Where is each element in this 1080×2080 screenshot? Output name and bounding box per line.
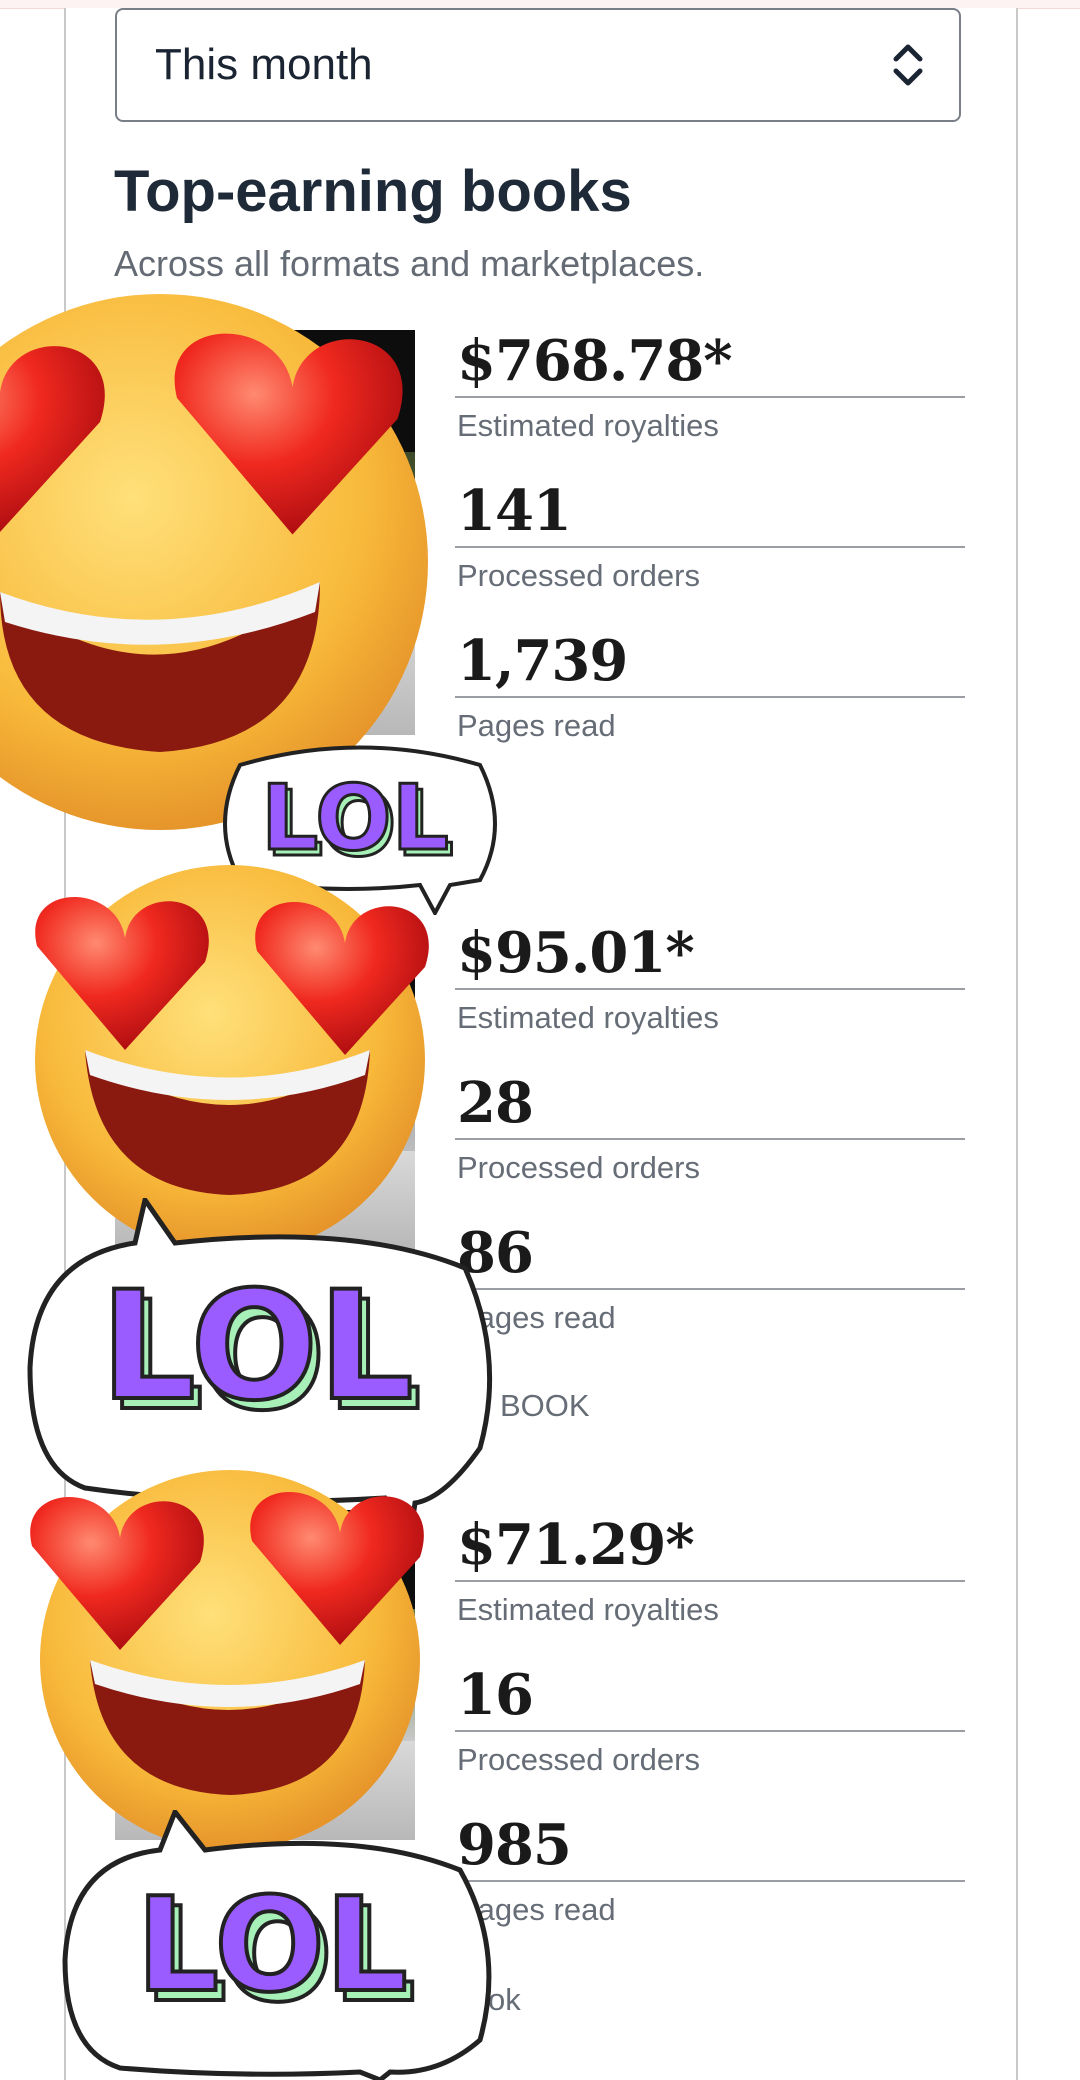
pages-metric: 1,739 Pages read: [455, 628, 965, 778]
divider: [455, 1880, 965, 1882]
royalties-value: $768.78*: [457, 328, 733, 394]
divider: [455, 696, 965, 698]
pages-metric: 86 Pages read: [455, 1220, 965, 1370]
divider: [455, 546, 965, 548]
date-range-value: This month: [155, 40, 373, 89]
orders-value: 16: [457, 1662, 534, 1728]
orders-metric: 141 Processed orders: [455, 478, 965, 628]
royalties-value: $95.01*: [457, 920, 695, 986]
orders-label: Processed orders: [457, 558, 700, 593]
lol-text: LOL: [261, 766, 449, 871]
royalties-label: Estimated royalties: [457, 1000, 719, 1035]
date-range-select[interactable]: This month: [115, 8, 961, 122]
lol-text: LOL: [136, 1869, 408, 2021]
divider: [455, 396, 965, 398]
book-2-format-label: BOOK: [500, 1388, 590, 1423]
royalties-label: Estimated royalties: [457, 408, 719, 443]
pages-value: 1,739: [457, 628, 628, 694]
up-down-chevron-icon: [893, 44, 923, 86]
royalties-metric: $768.78* Estimated royalties: [455, 328, 965, 478]
orders-label: Processed orders: [457, 1150, 700, 1185]
orders-value: 28: [457, 1070, 534, 1136]
book-2-metrics: $95.01* Estimated royalties 28 Processed…: [455, 920, 965, 1370]
royalties-metric: $71.29* Estimated royalties: [455, 1512, 965, 1662]
divider: [455, 1580, 965, 1582]
pages-metric: 985 Pages read: [455, 1812, 965, 1962]
royalties-metric: $95.01* Estimated royalties: [455, 920, 965, 1070]
orders-metric: 16 Processed orders: [455, 1662, 965, 1812]
heart-eyes-face-icon: [30, 1470, 424, 1850]
divider: [455, 1288, 965, 1290]
book-1-metrics: $768.78* Estimated royalties 141 Process…: [455, 328, 965, 778]
book-3-metrics: $71.29* Estimated royalties 16 Processed…: [455, 1512, 965, 1962]
divider: [455, 1138, 965, 1140]
lol-text: LOL: [100, 1260, 413, 1434]
section-title: Top-earning books: [114, 159, 632, 224]
orders-label: Processed orders: [457, 1742, 700, 1777]
royalties-label: Estimated royalties: [457, 1592, 719, 1627]
divider: [455, 1730, 965, 1732]
lol-bubble-icon: LOL LOL: [62, 1810, 492, 2080]
divider: [455, 988, 965, 990]
orders-value: 141: [457, 478, 572, 544]
orders-metric: 28 Processed orders: [455, 1070, 965, 1220]
